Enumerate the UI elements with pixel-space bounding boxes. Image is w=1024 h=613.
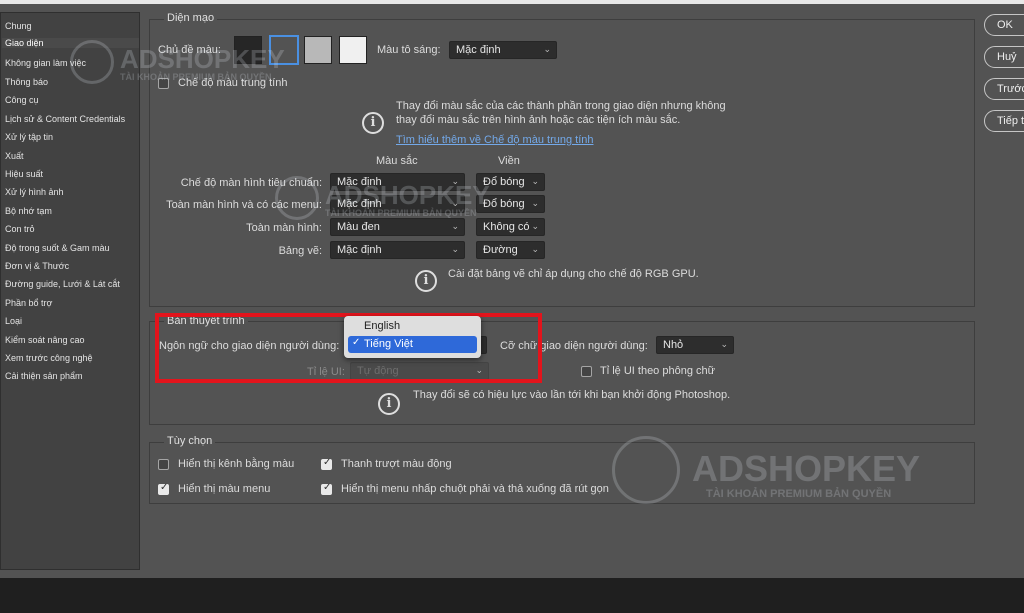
artboard-info-text: Cài đặt bảng vẽ chỉ áp dụng cho chế độ R… — [448, 268, 699, 280]
info-icon: i — [415, 270, 437, 292]
sidebar-item-tech-previews[interactable]: Xem trước công nghệ — [5, 353, 92, 363]
sidebar-item-units[interactable]: Đơn vị & Thước — [5, 261, 69, 271]
cancel-button[interactable]: Huỷ — [984, 46, 1024, 68]
neutral-info-line1: Thay đổi màu sắc của các thành phần tron… — [396, 100, 726, 112]
sidebar-item-transparency[interactable]: Độ trong suốt & Gam màu — [5, 243, 110, 253]
highlight-color-value: Mặc định — [456, 44, 501, 56]
sidebar-item-scratch-disks[interactable]: Bộ nhớ tạm — [5, 206, 52, 216]
sidebar-item-type[interactable]: Loại — [5, 316, 22, 326]
next-button[interactable]: Tiếp t — [984, 110, 1024, 132]
show-menu-colors-label: Hiển thị màu menu — [178, 483, 271, 495]
show-channels-label: Hiển thị kênh bằng màu — [178, 458, 295, 470]
sidebar-item-plugins[interactable]: Phần bổ trợ — [5, 298, 52, 308]
neutral-info-line2: thay đổi màu sắc trên hình ảnh hoặc các … — [396, 114, 681, 126]
context-menus-checkbox[interactable] — [321, 482, 332, 495]
context-menus-label: Hiển thị menu nhấp chuột phải và thả xuố… — [341, 483, 609, 495]
watermark-logo-icon — [612, 436, 680, 504]
dynamic-sliders-label: Thanh trượt màu động — [341, 458, 452, 470]
scale-with-font-label: Tỉ lệ UI theo phông chữ — [600, 365, 715, 377]
chevron-down-icon: ⌄ — [451, 244, 459, 254]
highlight-color-select[interactable]: Mặc định ⌄ — [449, 41, 557, 59]
chevron-down-icon: ⌄ — [543, 44, 551, 54]
artboard-color-select[interactable]: Mặc định ⌄ — [330, 241, 465, 259]
sidebar-item-guides[interactable]: Đường guide, Lưới & Lát cắt — [5, 279, 120, 289]
scale-with-font-checkbox[interactable] — [581, 366, 592, 377]
appearance-title: Diện mạo — [164, 12, 218, 24]
prev-button[interactable]: Trước — [984, 78, 1024, 100]
language-option-english[interactable]: English — [348, 318, 477, 335]
sidebar-item-product-improvement[interactable]: Cải thiện sản phẩm — [5, 371, 83, 381]
watermark-bottom: ADSHOPKEY TÀI KHOẢN PREMIUM BẢN QUYỀN — [612, 436, 952, 516]
sidebar-item-tools[interactable]: Công cụ — [5, 95, 39, 105]
sidebar-item-file-handling[interactable]: Xử lý tập tin — [5, 132, 53, 142]
watermark-top: ADSHOPKEY TÀI KHOẢN PREMIUM BẢN QUYỀN — [70, 40, 370, 100]
show-menu-colors-checkbox[interactable] — [158, 482, 169, 495]
language-dropdown-menu: English Tiếng Việt — [344, 316, 481, 358]
dynamic-sliders-checkbox[interactable] — [321, 457, 332, 470]
sidebar-item-image-processing[interactable]: Xử lý hình ảnh — [5, 187, 64, 197]
language-option-vietnamese[interactable]: Tiếng Việt — [348, 336, 477, 353]
watermark-logo-icon — [275, 176, 319, 220]
sidebar-item-advanced[interactable]: Kiểm soát nâng cao — [5, 335, 85, 345]
chevron-down-icon: ⌄ — [531, 244, 539, 254]
ok-button[interactable]: OK — [984, 14, 1024, 36]
options-title: Tùy chọn — [164, 435, 216, 447]
sidebar-item-cursors[interactable]: Con trỏ — [5, 224, 35, 234]
highlight-color-label: Màu tô sáng: — [377, 44, 441, 56]
restart-info-text: Thay đổi sẽ có hiệu lực vào lần tới khi … — [413, 389, 731, 401]
watermark-logo-icon — [70, 40, 114, 84]
sidebar-item-export[interactable]: Xuất — [5, 151, 24, 161]
bottom-bar — [0, 578, 1024, 613]
watermark-middle: ADSHOPKEY TÀI KHOẢN PREMIUM BẢN QUYỀN — [275, 176, 575, 236]
info-icon: i — [378, 393, 400, 415]
learn-more-link[interactable]: Tìm hiểu thêm về Chế độ màu trung tính — [396, 134, 594, 146]
border-column-header: Viền — [498, 155, 520, 167]
sidebar-item-notifications[interactable]: Thông báo — [5, 77, 48, 87]
color-column-header: Màu sắc — [376, 155, 418, 167]
sidebar-item-history[interactable]: Lịch sử & Content Credentials — [5, 114, 125, 124]
show-channels-checkbox[interactable] — [158, 459, 169, 470]
artboard-label: Bảng vẽ: — [278, 245, 322, 257]
sidebar-item-performance[interactable]: Hiệu suất — [5, 169, 43, 179]
ui-font-size-select[interactable]: Nhỏ ⌄ — [656, 336, 734, 354]
info-icon: i — [362, 112, 384, 134]
chevron-down-icon: ⌄ — [720, 339, 728, 349]
artboard-border-select[interactable]: Đường ⌄ — [476, 241, 545, 259]
sidebar-item-general[interactable]: Chung — [5, 21, 32, 31]
